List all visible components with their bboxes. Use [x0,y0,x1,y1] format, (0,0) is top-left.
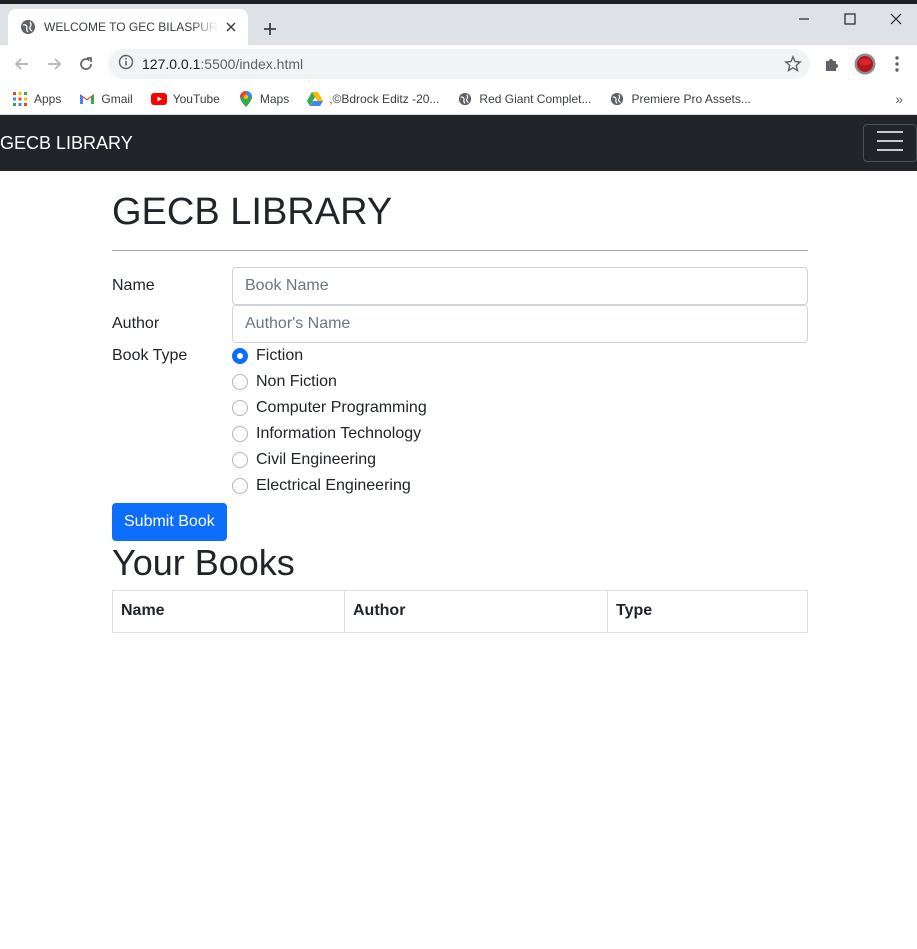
apps-grid-icon [12,91,28,107]
name-row: Name [112,266,808,305]
book-type-row: Book Type Fiction Non Fiction Computer P… [112,343,808,499]
add-book-form: Name Author Book Type Fiction Non Fictio… [112,266,808,541]
bookmark-label: Gmail [101,91,133,106]
url-host: 127.0.0.1 [142,56,201,72]
author-name-input[interactable] [232,304,808,343]
radio-computer-programming[interactable]: Computer Programming [232,395,427,421]
google-drive-icon [307,91,324,107]
bookmark-label: Red Giant Complet... [479,91,592,106]
radio-non-fiction[interactable]: Non Fiction [232,369,427,395]
radio-label: Computer Programming [256,398,427,416]
bookmark-label: Apps [34,91,62,106]
address-bar[interactable]: 127.0.0.1:5500/index.html [108,49,810,79]
book-type-radio-group: Fiction Non Fiction Computer Programming… [232,343,427,499]
url-path: :5500/index.html [200,56,304,72]
bookmark-maps[interactable]: Maps [238,90,290,107]
browser-toolbar: 127.0.0.1:5500/index.html [0,45,917,83]
tab-title: WELCOME TO GEC BILASPUR LIBRARY [44,20,218,34]
radio-button[interactable] [232,347,248,364]
book-name-input[interactable] [232,266,808,305]
radio-button[interactable] [232,373,248,390]
table-header-row: Name Author Type [112,589,808,633]
radio-button[interactable] [232,477,248,494]
globe-icon [20,19,36,35]
maximize-icon[interactable] [827,4,873,34]
radio-label: Civil Engineering [256,450,377,468]
bookmark-label: ,©Bdrock Editz -20... [329,91,440,106]
radio-electrical-engineering[interactable]: Electrical Engineering [232,473,427,499]
forward-arrow-icon[interactable] [40,50,68,78]
gmail-icon [79,91,95,107]
close-tab-icon[interactable] [222,18,240,36]
bookmarks-bar: Apps Gmail YouTube Maps ,©Bdrock Editz -… [0,83,917,115]
radio-button[interactable] [232,451,248,468]
reload-icon[interactable] [72,50,100,78]
submit-book-button[interactable]: Submit Book [112,502,227,541]
tab-bar: WELCOME TO GEC BILASPUR LIBRARY [0,4,917,45]
radio-civil-engineering[interactable]: Civil Engineering [232,447,427,473]
new-tab-icon[interactable] [258,17,282,41]
column-header-type: Type [607,589,808,633]
bookmark-red-giant[interactable]: Red Giant Complet... [457,91,591,107]
bookmark-label: YouTube [172,91,220,106]
url-text: 127.0.0.1:5500/index.html [142,56,303,72]
bookmark-premiere-pro[interactable]: Premiere Pro Assets... [609,91,751,107]
radio-label: Information Technology [256,424,422,442]
navbar-brand[interactable]: GECB LIBRARY [0,133,133,154]
bookmark-label: Premiere Pro Assets... [631,91,751,106]
divider [112,249,808,251]
author-label: Author [112,314,160,332]
author-row: Author [112,304,808,343]
column-header-name: Name [112,589,345,633]
bookmark-drive[interactable]: ,©Bdrock Editz -20... [307,91,439,107]
youtube-icon [150,91,167,107]
site-navbar: GECB LIBRARY [0,115,917,171]
navbar-toggler-button[interactable] [863,124,917,162]
book-type-label: Book Type [112,346,188,364]
back-arrow-icon[interactable] [8,50,36,78]
radio-fiction[interactable]: Fiction [232,343,427,369]
more-bookmarks-chevron-icon[interactable]: » [895,91,903,107]
main-container: GECB LIBRARY Name Author Book Type Ficti… [112,171,808,633]
radio-button[interactable] [232,399,248,416]
radio-button[interactable] [232,425,248,442]
books-table: Name Author Type [112,589,808,633]
minimize-icon[interactable] [781,4,827,34]
extensions-puzzle-icon[interactable] [818,50,846,78]
browser-tab[interactable]: WELCOME TO GEC BILASPUR LIBRARY [8,9,248,45]
site-info-icon[interactable] [118,54,134,75]
bookmark-youtube[interactable]: YouTube [150,91,220,107]
bookmark-gmail[interactable]: Gmail [79,91,133,107]
bookmark-apps[interactable]: Apps [12,91,61,107]
column-header-author: Author [344,589,608,633]
radio-information-technology[interactable]: Information Technology [232,421,427,447]
your-books-title: Your Books [112,541,295,583]
globe-icon [609,91,625,107]
bookmark-star-icon[interactable] [784,55,802,73]
maps-icon [238,90,254,107]
hamburger-menu-icon [876,130,904,157]
radio-label: Fiction [256,346,304,364]
window-close-icon[interactable] [873,4,917,34]
profile-avatar-icon[interactable] [851,50,879,78]
radio-label: Non Fiction [256,372,337,390]
radio-label: Electrical Engineering [256,476,411,494]
page-title: GECB LIBRARY [112,191,393,233]
globe-icon [457,91,473,107]
bookmark-label: Maps [259,91,290,106]
name-label: Name [112,276,155,294]
browser-menu-icon[interactable] [883,50,911,78]
submit-row: Submit Book [112,502,808,541]
